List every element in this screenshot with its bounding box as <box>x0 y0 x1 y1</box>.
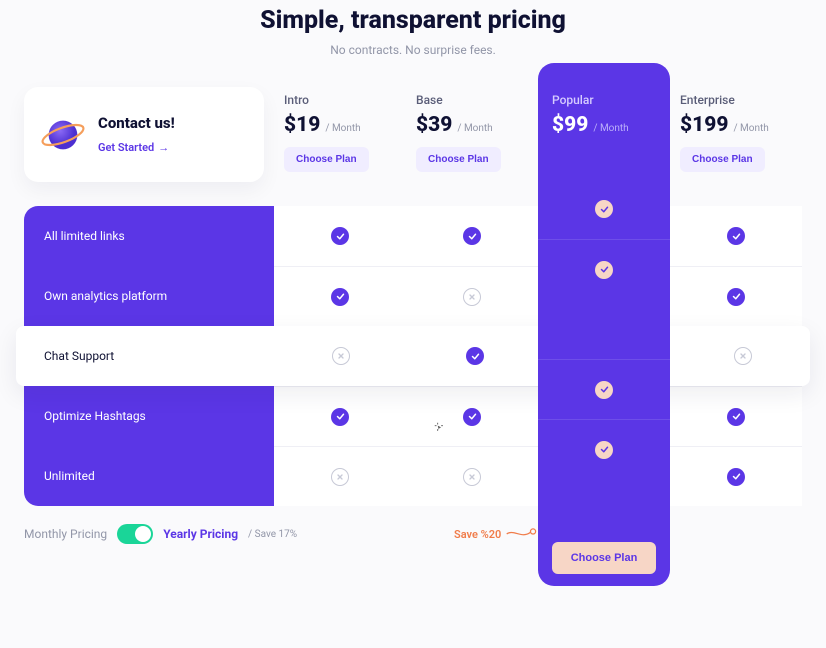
save-20-callout: Save %20 <box>454 527 539 541</box>
choose-plan-intro-button[interactable]: Choose Plan <box>284 147 369 172</box>
feature-cell <box>538 386 670 446</box>
billing-toggle[interactable] <box>117 524 153 544</box>
feature-cell <box>670 386 802 446</box>
feature-table: All limited linksOwn analytics platformC… <box>24 206 802 506</box>
feature-row: Unlimited <box>24 446 802 506</box>
feature-row: Chat Support <box>16 326 810 386</box>
check-icon <box>463 227 481 245</box>
plan-period-intro: / Month <box>325 123 360 134</box>
page-title: Simple, transparent pricing <box>24 6 802 35</box>
choose-plan-popular-button[interactable]: Choose Plan <box>552 542 656 574</box>
pricing-grid: Contact us! Get Started→ Intro $19 / Mon… <box>24 87 802 506</box>
plan-base: Base $39 / Month Choose Plan <box>406 87 538 182</box>
feature-cell <box>542 326 676 386</box>
plan-price-intro: $19 <box>284 113 320 137</box>
plan-name-intro: Intro <box>284 93 396 107</box>
plan-period-popular: / Month <box>593 123 628 134</box>
feature-cell <box>274 266 406 326</box>
contact-title: Contact us! <box>98 114 175 132</box>
feature-cell <box>274 446 406 506</box>
plan-name-popular: Popular <box>552 93 656 107</box>
check-icon <box>727 227 745 245</box>
plan-period-enterprise: / Month <box>733 123 768 134</box>
check-icon <box>463 408 481 426</box>
feature-cell <box>538 266 670 326</box>
cross-icon <box>331 468 349 486</box>
feature-label: Unlimited <box>24 446 274 506</box>
plan-price-popular: $99 <box>552 113 588 137</box>
plan-name-enterprise: Enterprise <box>680 93 792 107</box>
plan-period-base: / Month <box>457 123 492 134</box>
feature-cell <box>538 206 670 266</box>
cross-icon <box>463 288 481 306</box>
feature-cell <box>406 266 538 326</box>
cursor-icon <box>433 421 447 435</box>
plan-price-base: $39 <box>416 113 452 137</box>
feature-cell <box>670 446 802 506</box>
check-icon <box>466 347 484 365</box>
billing-toggle-row: Monthly Pricing Yearly Pricing / Save 17… <box>24 524 802 544</box>
choose-plan-base-button[interactable]: Choose Plan <box>416 147 501 172</box>
feature-cell <box>408 326 542 386</box>
check-icon <box>727 468 745 486</box>
get-started-link[interactable]: Get Started→ <box>98 141 169 154</box>
check-icon <box>727 408 745 426</box>
plan-name-base: Base <box>416 93 528 107</box>
feature-label: Chat Support <box>16 326 274 386</box>
feature-row: Own analytics platform <box>24 266 802 326</box>
feature-cell <box>670 266 802 326</box>
swirl-arrow-icon <box>505 527 539 541</box>
plan-price-enterprise: $199 <box>680 113 728 137</box>
feature-cell <box>274 386 406 446</box>
feature-cell <box>406 206 538 266</box>
feature-label: Optimize Hashtags <box>24 386 274 446</box>
check-icon <box>331 288 349 306</box>
save-17-label: / Save 17% <box>248 529 297 540</box>
feature-cell <box>406 386 538 446</box>
page-subtitle: No contracts. No surprise fees. <box>24 43 802 57</box>
monthly-pricing-label: Monthly Pricing <box>24 527 107 541</box>
feature-cell <box>274 326 408 386</box>
feature-cell <box>538 446 670 506</box>
plan-enterprise: Enterprise $199 / Month Choose Plan <box>670 87 802 182</box>
feature-cell <box>670 206 802 266</box>
check-icon <box>600 347 618 365</box>
contact-card: Contact us! Get Started→ <box>24 87 264 182</box>
feature-row: Optimize Hashtags <box>24 386 802 446</box>
feature-label: Own analytics platform <box>24 266 274 326</box>
cross-icon <box>734 347 752 365</box>
check-icon <box>331 227 349 245</box>
yearly-pricing-label: Yearly Pricing <box>163 527 238 541</box>
check-icon <box>727 288 745 306</box>
choose-plan-enterprise-button[interactable]: Choose Plan <box>680 147 765 172</box>
feature-cell <box>406 446 538 506</box>
arrow-right-icon: → <box>158 141 169 154</box>
feature-cell <box>676 326 810 386</box>
check-icon <box>331 408 349 426</box>
cross-icon <box>463 468 481 486</box>
feature-cell <box>274 206 406 266</box>
cross-icon <box>332 347 350 365</box>
planet-icon <box>40 112 86 158</box>
plan-intro: Intro $19 / Month Choose Plan <box>274 87 406 182</box>
feature-row: All limited links <box>24 206 802 266</box>
feature-label: All limited links <box>24 206 274 266</box>
